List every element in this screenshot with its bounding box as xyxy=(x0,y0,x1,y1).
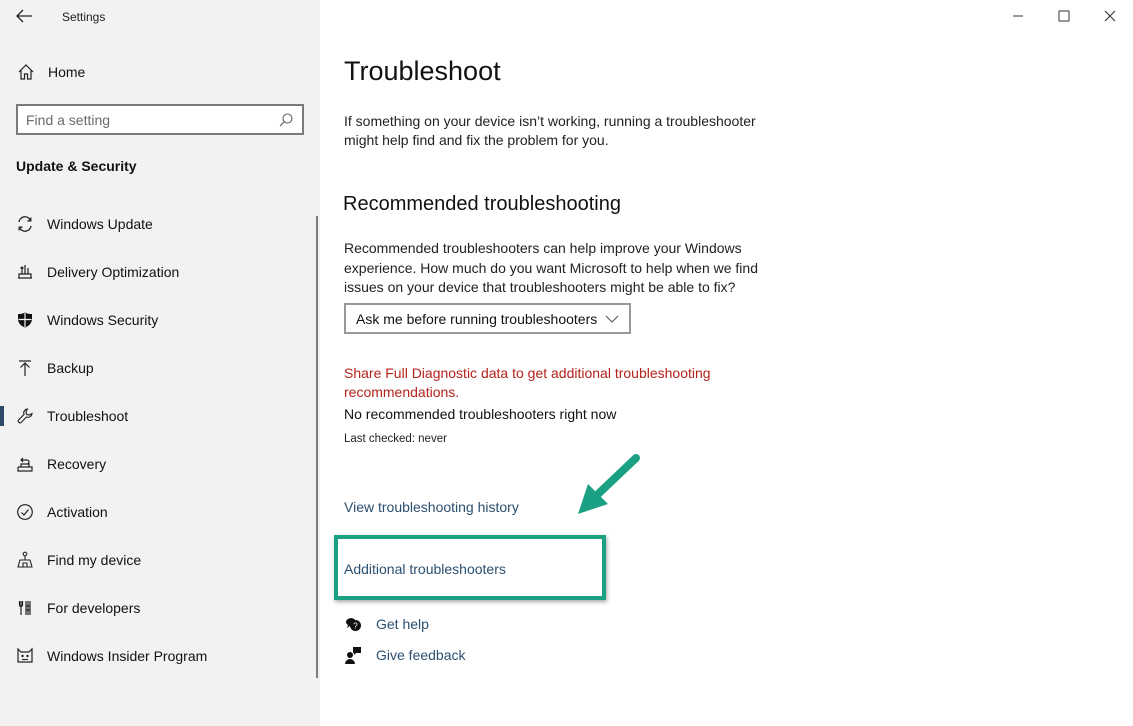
recovery-icon xyxy=(16,455,34,473)
minimize-icon xyxy=(1013,15,1023,17)
sidebar-item-label: Troubleshoot xyxy=(47,408,129,424)
sidebar-item-label: Windows Update xyxy=(47,216,153,232)
close-button[interactable] xyxy=(1087,0,1133,32)
sidebar-item-troubleshoot[interactable]: Troubleshoot xyxy=(0,392,310,440)
recommended-description: Recommended troubleshooters can help imp… xyxy=(344,240,758,295)
sidebar-item-label: Activation xyxy=(47,504,108,520)
app-title: Settings xyxy=(62,10,106,24)
sidebar-item-label: Backup xyxy=(47,360,94,376)
svg-text:?: ? xyxy=(353,622,358,631)
sidebar-item-recovery[interactable]: Recovery xyxy=(0,440,310,488)
sidebar-item-backup[interactable]: Backup xyxy=(0,344,310,392)
annotation-highlight-box xyxy=(334,535,606,600)
search-icon[interactable] xyxy=(278,112,294,128)
search-box[interactable] xyxy=(16,104,304,135)
back-button[interactable] xyxy=(14,6,36,26)
give-feedback-icon xyxy=(345,647,361,664)
dropdown-value: Ask me before running troubleshooters xyxy=(356,310,598,327)
sidebar-item-activation[interactable]: Activation xyxy=(0,488,310,536)
view-history-link[interactable]: View troubleshooting history xyxy=(344,499,519,515)
sidebar: Settings Home Update & Security Windows … xyxy=(0,0,320,726)
home-label: Home xyxy=(48,64,86,80)
sidebar-item-label: Windows Security xyxy=(47,312,159,328)
sidebar-item-windows-security[interactable]: Windows Security xyxy=(0,296,310,344)
wrench-icon xyxy=(16,407,34,425)
annotation-arrow-icon xyxy=(578,454,640,514)
get-help-label: Get help xyxy=(376,616,429,632)
share-diagnostic-data-link[interactable]: Share Full Diagnostic data to get additi… xyxy=(344,364,764,401)
troubleshoot-preference-dropdown[interactable]: Ask me before running troubleshooters xyxy=(344,303,631,334)
page-title: Troubleshoot xyxy=(344,56,501,86)
check-circle-icon xyxy=(16,503,34,521)
recommendation-status: No recommended troubleshooters right now xyxy=(344,406,617,422)
delivery-optimization-icon xyxy=(16,263,34,281)
sidebar-item-label: For developers xyxy=(47,600,141,616)
close-icon xyxy=(1104,10,1116,22)
sidebar-item-label: Recovery xyxy=(47,456,107,472)
sidebar-item-label: Windows Insider Program xyxy=(47,648,208,664)
page-description: If something on your device isn’t workin… xyxy=(344,113,756,148)
sidebar-item-delivery-optimization[interactable]: Delivery Optimization xyxy=(0,248,310,296)
insider-cat-icon xyxy=(16,647,34,665)
sync-icon xyxy=(16,215,34,233)
sidebar-scrollbar[interactable] xyxy=(316,216,318,678)
maximize-button[interactable] xyxy=(1041,0,1087,32)
find-device-icon xyxy=(16,551,34,569)
give-feedback-label: Give feedback xyxy=(376,647,466,663)
back-arrow-icon xyxy=(16,9,32,23)
developer-tools-icon xyxy=(16,599,34,617)
chevron-down-icon xyxy=(605,315,619,323)
get-help-link[interactable]: ? Get help xyxy=(344,615,429,633)
sidebar-item-windows-insider[interactable]: Windows Insider Program xyxy=(0,632,310,680)
sidebar-item-find-my-device[interactable]: Find my device xyxy=(0,536,310,584)
sidebar-item-label: Delivery Optimization xyxy=(47,264,180,280)
recommended-heading: Recommended troubleshooting xyxy=(343,193,621,215)
shield-icon xyxy=(16,311,34,329)
sidebar-nav: Windows Update Delivery Optimization Win… xyxy=(0,200,310,680)
upload-arrow-icon xyxy=(16,359,34,377)
sidebar-item-for-developers[interactable]: For developers xyxy=(0,584,310,632)
search-input[interactable] xyxy=(26,111,278,128)
give-feedback-link[interactable]: Give feedback xyxy=(344,646,466,664)
sidebar-item-label: Find my device xyxy=(47,552,142,568)
sidebar-home[interactable]: Home xyxy=(16,62,85,82)
last-checked: Last checked: never xyxy=(344,433,447,445)
get-help-icon: ? xyxy=(346,618,361,631)
maximize-icon xyxy=(1058,10,1070,22)
home-icon xyxy=(18,64,34,80)
minimize-button[interactable] xyxy=(995,0,1041,32)
sidebar-item-windows-update[interactable]: Windows Update xyxy=(0,200,310,248)
section-title: Update & Security xyxy=(16,158,137,174)
